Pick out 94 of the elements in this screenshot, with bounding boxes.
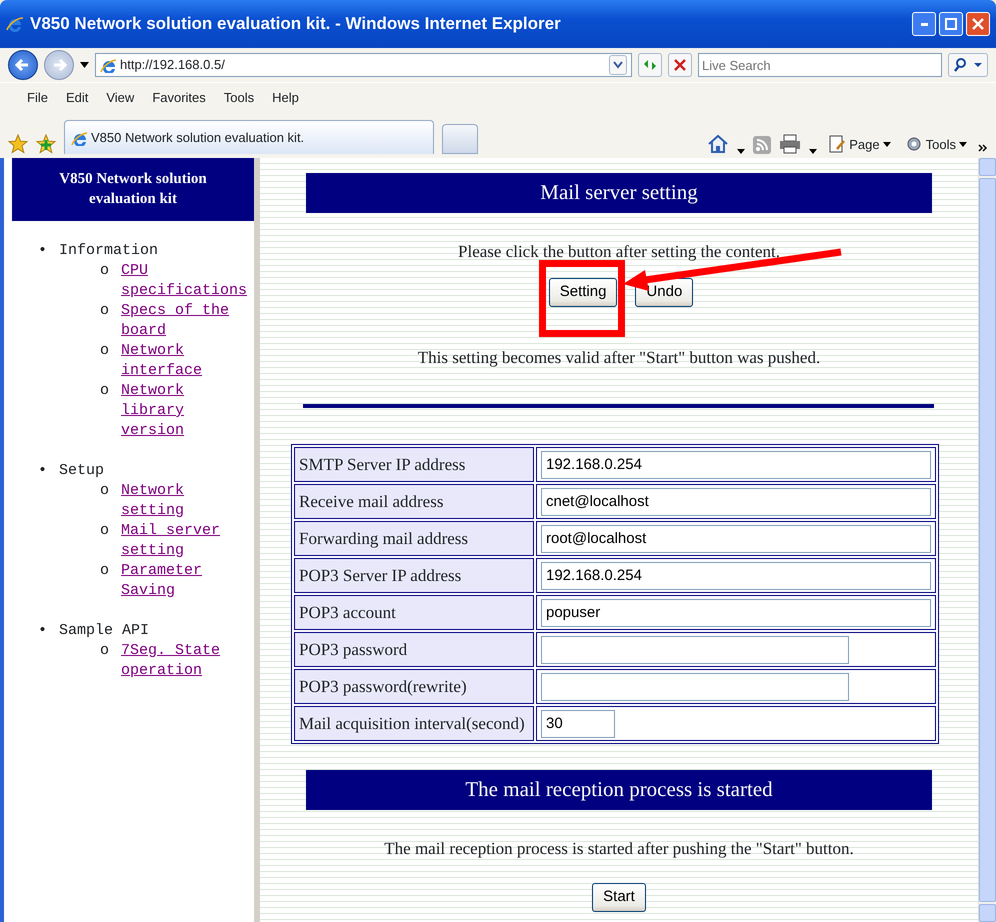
nav-heading: Information xyxy=(59,241,158,261)
maximize-button[interactable] xyxy=(939,12,963,36)
field-label: SMTP Server IP address xyxy=(294,447,534,482)
dropdown-arrow-icon xyxy=(959,142,967,147)
add-favorite-icon[interactable] xyxy=(36,134,56,154)
field-label: POP3 password(rewrite) xyxy=(294,669,534,704)
refresh-icon xyxy=(642,58,658,72)
bullet: o xyxy=(100,641,110,661)
menu-item[interactable]: Help xyxy=(263,86,308,110)
input-field[interactable]: popuser xyxy=(541,598,931,626)
gear-icon xyxy=(904,135,923,154)
section-heading: Mail server setting xyxy=(306,173,932,212)
nav-link[interactable]: CPU specifications xyxy=(121,261,254,301)
page-icon xyxy=(100,57,116,73)
dropdown-arrow-icon xyxy=(882,142,891,147)
page-icon xyxy=(71,130,87,146)
new-tab-button[interactable] xyxy=(442,124,478,154)
section-heading: The mail reception process is started xyxy=(306,770,932,810)
nav-link[interactable]: Parameter Saving xyxy=(121,561,254,601)
stop-button[interactable] xyxy=(668,53,692,77)
close-button[interactable] xyxy=(966,12,990,36)
scrollbar[interactable] xyxy=(978,158,996,922)
bullet: o xyxy=(100,301,110,321)
browser-tab[interactable]: V850 Network solution evaluation kit. xyxy=(64,120,434,154)
nav-link[interactable]: Network library version xyxy=(121,381,254,441)
menu-item[interactable]: Favorites xyxy=(143,86,215,110)
refresh-button[interactable] xyxy=(638,53,662,77)
field-label: POP3 account xyxy=(294,595,534,630)
address-dropdown-button[interactable] xyxy=(609,55,627,75)
menu-item[interactable]: Tools xyxy=(214,86,264,110)
bullet: • xyxy=(38,241,48,261)
search-field[interactable]: Live Search xyxy=(698,53,942,77)
url-text: http://192.168.0.5/ xyxy=(120,56,225,74)
field-label: Mail acquisition interval(second) xyxy=(294,706,534,741)
menu-item[interactable]: View xyxy=(97,86,144,110)
command-button[interactable]: Tools xyxy=(902,134,970,154)
nav-link[interactable]: Mail server setting xyxy=(121,521,254,561)
bullet: o xyxy=(100,481,110,501)
window-title: V850 Network solution evaluation kit. - Windows Internet Explorer xyxy=(30,13,562,36)
body-text: The mail reception process is started after pushing the "Start" button. xyxy=(383,838,855,860)
star-icon[interactable] xyxy=(8,134,28,154)
nav-link[interactable]: Specs of the board xyxy=(121,301,254,341)
bullet: o xyxy=(100,261,110,281)
form-button[interactable]: Setting xyxy=(548,278,618,306)
bullet: o xyxy=(100,381,110,401)
minimize-icon xyxy=(920,22,928,26)
field-label: POP3 password xyxy=(294,632,534,667)
bullet: o xyxy=(100,521,110,541)
bullet: o xyxy=(100,561,110,581)
dropdown-arrow-icon[interactable] xyxy=(809,149,818,154)
bullet: • xyxy=(38,461,48,481)
browser-icon xyxy=(6,15,24,33)
close-icon xyxy=(972,18,984,30)
menu-item[interactable]: Edit xyxy=(56,86,98,110)
forward-button[interactable] xyxy=(44,50,74,80)
field-label: POP3 Server IP address xyxy=(294,558,534,593)
maximize-icon xyxy=(945,18,957,30)
note-text: This setting becomes valid after "Start" button was pushed. xyxy=(416,346,822,369)
nav-heading: Sample API xyxy=(59,621,150,641)
nav-link[interactable]: Network interface xyxy=(121,341,254,381)
input-field[interactable] xyxy=(541,672,849,700)
feed-icon[interactable] xyxy=(753,136,772,154)
home-icon[interactable] xyxy=(707,134,730,154)
input-field[interactable]: 30 xyxy=(541,710,615,738)
field-label: Forwarding mail address xyxy=(294,521,534,556)
input-field[interactable]: root@localhost xyxy=(541,524,931,552)
print-icon[interactable] xyxy=(779,134,802,154)
page-icon xyxy=(828,135,846,154)
address-field[interactable]: http://192.168.0.5/ xyxy=(95,53,632,77)
bullet: • xyxy=(38,621,48,641)
dropdown-arrow-icon[interactable] xyxy=(737,149,746,154)
sidebar-title: V850 Network solution evaluation kit xyxy=(12,158,254,221)
input-field[interactable]: 192.168.0.254 xyxy=(541,562,931,590)
close-icon xyxy=(674,59,686,71)
nav-heading: Setup xyxy=(59,461,104,481)
instruction-text: Please click the button after setting the content. xyxy=(457,240,781,263)
search-button[interactable] xyxy=(948,53,988,77)
field-label: Receive mail address xyxy=(294,484,534,519)
command-button[interactable]: Page xyxy=(825,134,894,154)
search-icon xyxy=(953,57,983,73)
dropdown-arrow-icon[interactable] xyxy=(80,62,89,68)
nav-link[interactable]: 7Seg. State operation xyxy=(121,641,254,681)
bullet: o xyxy=(100,341,110,361)
tab-title: V850 Network solution evaluation kit. xyxy=(91,128,304,147)
minimize-button[interactable] xyxy=(912,12,936,36)
chevron-icon[interactable] xyxy=(978,144,988,154)
start-button[interactable]: Start xyxy=(592,883,646,912)
input-field[interactable]: cnet@localhost xyxy=(541,488,931,516)
nav-link[interactable]: Network setting xyxy=(121,481,254,521)
input-field[interactable]: 192.168.0.254 xyxy=(541,450,931,478)
input-field[interactable] xyxy=(541,636,849,664)
menu-item[interactable]: File xyxy=(18,86,57,110)
back-button[interactable] xyxy=(8,50,38,80)
chevron-down-icon xyxy=(613,61,623,69)
